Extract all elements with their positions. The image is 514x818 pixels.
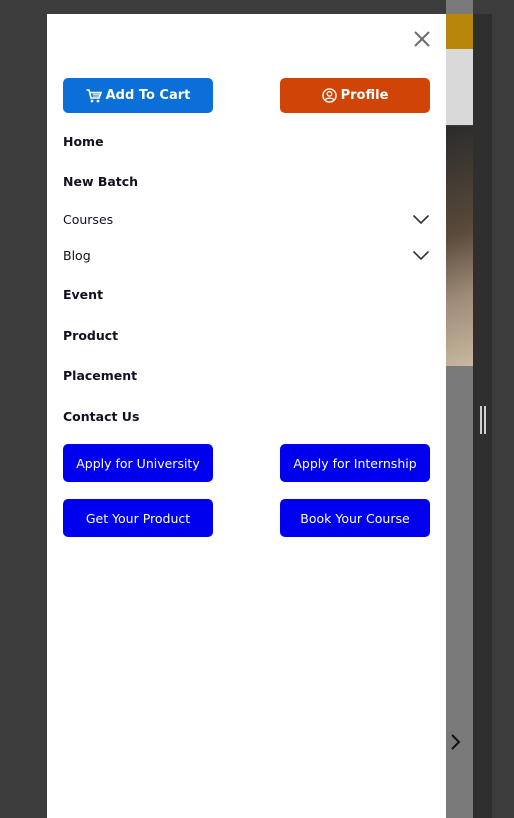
background-topbar: [446, 14, 473, 49]
carousel-next-button[interactable]: [446, 728, 464, 756]
scrollbar-handle[interactable]: [480, 406, 486, 434]
profile-label: Profile: [340, 88, 389, 103]
apply-internship-button[interactable]: Apply for Internship: [280, 444, 430, 482]
page-backdrop-left: [0, 0, 47, 818]
book-course-label: Book Your Course: [300, 510, 410, 526]
add-to-cart-button[interactable]: Add To Cart: [63, 78, 213, 113]
chevron-down-icon[interactable]: [412, 213, 430, 225]
close-icon: [414, 31, 430, 47]
apply-university-button[interactable]: Apply for University: [63, 444, 213, 482]
nav-item-courses[interactable]: Courses: [63, 207, 430, 231]
nav-item-label: Product: [63, 327, 119, 343]
get-product-label: Get Your Product: [85, 510, 191, 526]
chevron-right-icon: [451, 734, 461, 750]
nav-item-product[interactable]: Product: [63, 323, 430, 347]
nav-item-new-batch[interactable]: New Batch: [63, 169, 430, 193]
book-course-button[interactable]: Book Your Course: [280, 499, 430, 537]
nav-item-label: Home: [63, 133, 104, 149]
nav-item-contact-us[interactable]: Contact Us: [63, 404, 430, 428]
nav-item-label: Contact Us: [63, 408, 140, 424]
close-button[interactable]: [411, 28, 433, 50]
background-hero-image: [446, 126, 473, 366]
nav-item-home[interactable]: Home: [63, 129, 430, 153]
nav-item-label: Blog: [63, 247, 91, 263]
nav-item-label: New Batch: [63, 173, 139, 189]
nav-item-placement[interactable]: Placement: [63, 363, 430, 387]
apply-internship-label: Apply for Internship: [293, 455, 417, 471]
mobile-menu-drawer: Add To Cart Profile Home New Batch Cours…: [47, 14, 446, 818]
get-product-button[interactable]: Get Your Product: [63, 499, 213, 537]
nav-item-event[interactable]: Event: [63, 282, 430, 306]
nav-item-label: Courses: [63, 211, 114, 227]
apply-university-label: Apply for University: [76, 455, 200, 471]
nav-item-label: Placement: [63, 367, 138, 383]
add-to-cart-label: Add To Cart: [105, 88, 191, 103]
cart-icon: [86, 88, 102, 102]
page-backdrop-right: [492, 0, 514, 818]
chevron-down-icon[interactable]: [412, 249, 430, 261]
background-header: [446, 49, 473, 127]
nav-item-blog[interactable]: Blog: [63, 243, 430, 267]
user-circle-icon: [321, 88, 337, 103]
profile-button[interactable]: Profile: [280, 78, 430, 113]
nav-item-label: Event: [63, 286, 104, 302]
